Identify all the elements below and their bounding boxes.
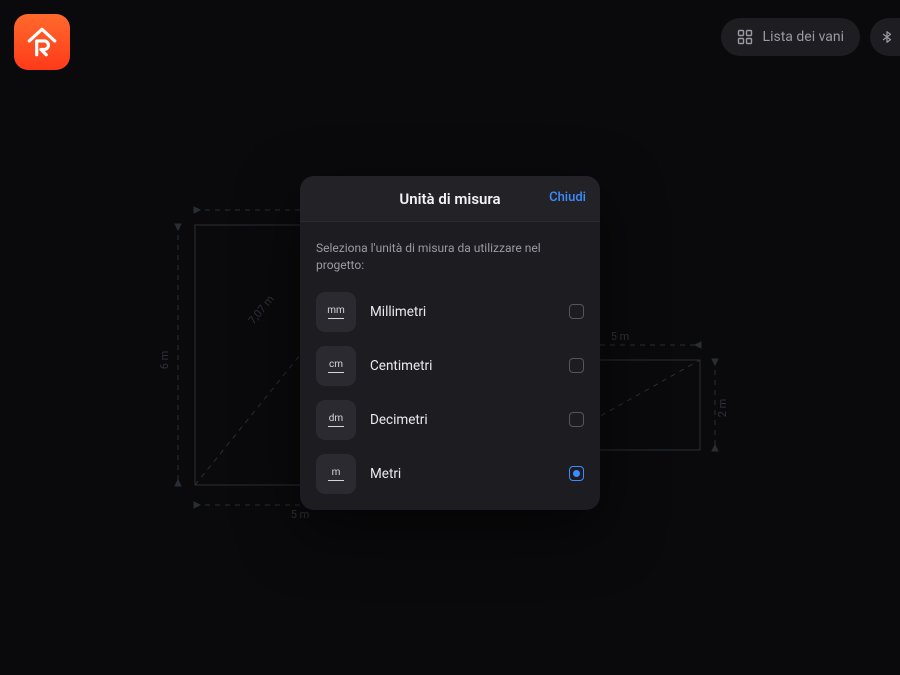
unit-label: Centimetri — [370, 358, 555, 374]
room1-height-label: 6 m — [158, 351, 171, 370]
room2-height-label: 2 m — [716, 399, 729, 418]
unit-icon-dm: dm — [316, 400, 356, 440]
modal-hint: Seleziona l'unità di misura da utilizzar… — [316, 240, 584, 274]
room1-width-bottom-label: 5 m — [291, 508, 310, 521]
modal-header: Unità di misura Chiudi — [300, 176, 600, 222]
unit-label: Millimetri — [370, 304, 555, 320]
modal-title: Unità di misura — [316, 190, 584, 208]
unit-option-mm[interactable]: mm Millimetri — [316, 292, 584, 332]
unit-icon-cm: cm — [316, 346, 356, 386]
unit-icon-mm: mm — [316, 292, 356, 332]
bluetooth-icon — [880, 29, 894, 45]
unit-option-cm[interactable]: cm Centimetri — [316, 346, 584, 386]
unit-checkbox[interactable] — [569, 304, 584, 319]
unit-icon-m: m — [316, 454, 356, 494]
unit-abbr: dm — [329, 413, 343, 424]
unit-label: Decimetri — [370, 412, 555, 428]
unit-abbr: cm — [329, 359, 343, 370]
underline-icon — [328, 480, 344, 481]
modal-body: Seleziona l'unità di misura da utilizzar… — [300, 222, 600, 510]
unit-option-dm[interactable]: dm Decimetri — [316, 400, 584, 440]
unit-modal: Unità di misura Chiudi Seleziona l'unità… — [300, 176, 600, 510]
house-r-icon — [25, 25, 59, 59]
unit-checkbox[interactable] — [569, 358, 584, 373]
underline-icon — [328, 372, 344, 373]
underline-icon — [328, 426, 344, 427]
rooms-list-label: Lista dei vani — [763, 29, 844, 45]
close-button[interactable]: Chiudi — [549, 190, 586, 205]
rooms-list-button[interactable]: Lista dei vani — [721, 18, 860, 56]
unit-abbr: m — [332, 467, 341, 478]
unit-label: Metri — [370, 466, 555, 482]
unit-options-list: mm Millimetri cm Centimetri dm Decimetri m Metr… — [316, 292, 584, 494]
topbar: Lista dei vani — [721, 18, 900, 56]
grid-icon — [737, 29, 753, 45]
unit-checkbox[interactable] — [569, 412, 584, 427]
underline-icon — [328, 318, 344, 319]
unit-option-m[interactable]: m Metri — [316, 454, 584, 494]
unit-checkbox[interactable] — [569, 466, 584, 481]
app-logo[interactable] — [14, 14, 70, 70]
room2-width-label: 5 m — [611, 330, 630, 343]
room1-diag-label: 7,07 m — [246, 293, 277, 327]
unit-abbr: mm — [327, 305, 345, 316]
bluetooth-button[interactable] — [870, 18, 900, 56]
